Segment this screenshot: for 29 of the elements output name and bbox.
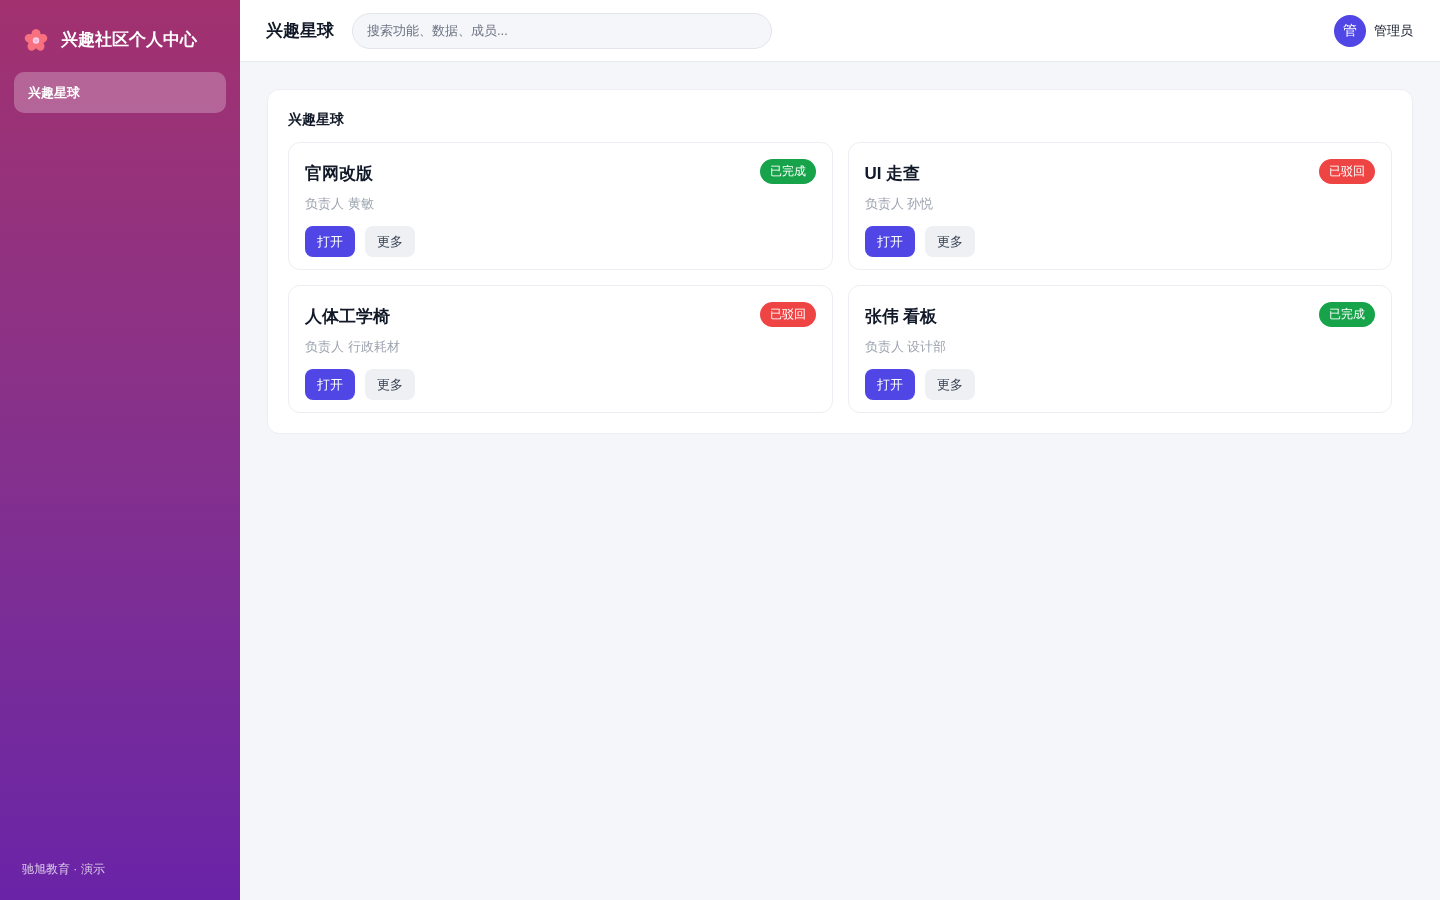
card-title: UI 走查: [864, 163, 921, 185]
more-button[interactable]: 更多: [365, 369, 415, 400]
user-name: 管理员: [1374, 21, 1413, 40]
status-badge: 已完成: [1319, 302, 1375, 327]
owner-text: 负责人 行政耗材: [305, 339, 400, 354]
page-title: 兴趣星球: [266, 19, 334, 42]
open-button[interactable]: 打开: [864, 369, 915, 400]
sidebar-item[interactable]: 兴趣星球: [14, 72, 226, 113]
card-title: 张伟 看板: [864, 306, 938, 328]
section-title: 兴趣星球: [288, 110, 345, 128]
footer-text: 驰旭教育 · 演示: [22, 862, 105, 876]
flower-icon: [24, 28, 48, 52]
status-badge: 已完成: [759, 159, 816, 184]
open-button[interactable]: 打开: [305, 226, 355, 257]
open-button[interactable]: 打开: [864, 226, 915, 257]
more-button[interactable]: 更多: [924, 369, 975, 400]
card-title: 官网改版: [305, 163, 373, 185]
owner-text: 负责人 孙悦: [864, 196, 934, 211]
status-badge: 已驳回: [759, 302, 816, 327]
brand-name: 兴趣社区个人中心: [61, 29, 197, 51]
more-button[interactable]: 更多: [924, 226, 975, 257]
owner-text: 负责人 设计部: [864, 339, 947, 354]
owner-text: 负责人 黄敏: [305, 196, 374, 211]
status-badge: 已驳回: [1319, 159, 1375, 184]
more-button[interactable]: 更多: [365, 226, 415, 257]
card-title: 人体工学椅: [305, 306, 390, 328]
open-button[interactable]: 打开: [305, 369, 355, 400]
user-avatar[interactable]: 管: [1334, 14, 1366, 47]
search-field[interactable]: 搜索功能、数据、成员...: [352, 12, 772, 49]
